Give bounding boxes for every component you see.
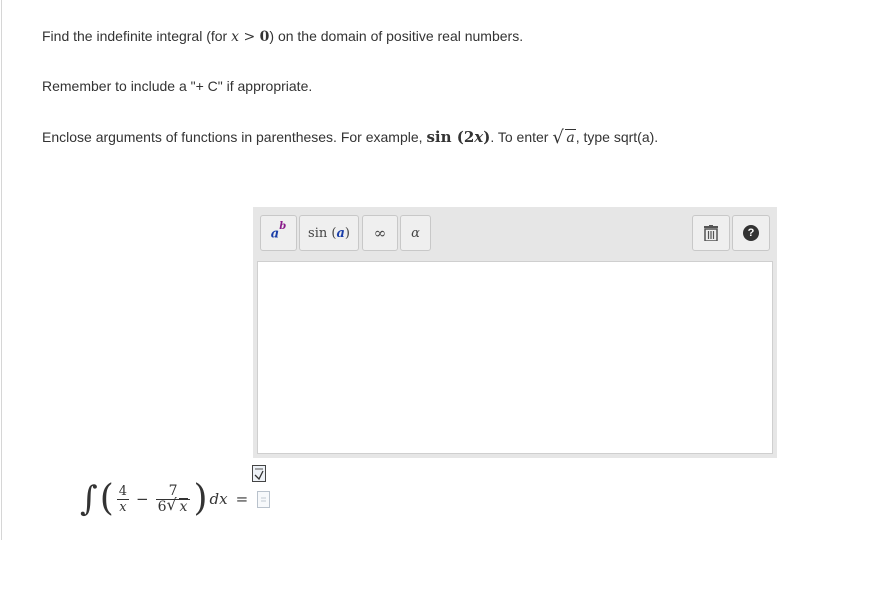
clear-button[interactable] [692, 215, 730, 251]
denominator-coefficient: 6 [157, 498, 167, 515]
math-variable: a [565, 129, 576, 146]
power-button[interactable]: ab [260, 215, 297, 251]
left-divider [1, 0, 2, 540]
integral-sign: ∫ [80, 479, 98, 519]
minus-sign: − [136, 490, 149, 508]
help-icon: ? [743, 225, 759, 241]
trash-icon [704, 225, 718, 241]
math-variable: x [231, 29, 240, 45]
fraction-denominator: x [119, 499, 127, 515]
instruction-domain: Find the indefinite integral (for x > 0)… [42, 28, 523, 45]
power-icon: ab [270, 221, 287, 242]
close-paren: ) [193, 478, 208, 519]
function-arg: a [336, 225, 345, 241]
math-variable: x [178, 497, 189, 515]
page-icon[interactable] [257, 491, 270, 508]
infinity-icon: ∞ [373, 224, 387, 242]
differential: dx [209, 490, 228, 508]
power-base: a [270, 226, 280, 242]
page-glyph [261, 497, 266, 502]
math-number: (2 [451, 128, 475, 146]
denominator-sqrt: √ x [166, 494, 189, 515]
power-exponent: b [279, 221, 287, 233]
fraction-numerator: 4 [118, 483, 128, 499]
instruction-text: . To enter [490, 129, 553, 145]
function-paren: ) [344, 225, 350, 241]
equals-sign: = [235, 490, 249, 508]
radical-icon: √ [166, 494, 177, 514]
integral-expression: ∫ ( 4 x − 7 6 √ x ) dx = [80, 474, 248, 524]
instruction-syntax: Enclose arguments of functions in parent… [42, 127, 659, 148]
help-glyph: ? [747, 227, 755, 239]
math-editor: ab sin (a) ∞ α ? [253, 207, 777, 458]
instruction-text: Enclose arguments of functions in parent… [42, 129, 427, 145]
math-variable: x [474, 128, 484, 146]
infinity-button[interactable]: ∞ [362, 215, 398, 251]
help-button[interactable]: ? [732, 215, 770, 251]
math-function: sin [426, 128, 452, 146]
instruction-text: , type sqrt(a). [575, 129, 659, 145]
function-label: sin [308, 225, 328, 241]
radical-icon: √ [552, 127, 564, 148]
math-number: 0 [259, 29, 270, 45]
function-button[interactable]: sin (a) [299, 215, 359, 251]
fraction-two: 7 6 √ x [155, 483, 191, 515]
document-icon[interactable] [252, 465, 266, 482]
alpha-icon: α [411, 225, 420, 241]
instruction-text: ) on the domain of positive real numbers… [269, 28, 524, 44]
open-paren: ( [99, 478, 114, 519]
greek-button[interactable]: α [400, 215, 431, 251]
math-operator: > [239, 29, 260, 45]
instruction-constant: Remember to include a "+ C" if appropria… [42, 78, 313, 94]
fraction-denominator: 6 √ x [156, 494, 191, 515]
instruction-text: Find the indefinite integral (for [42, 28, 232, 44]
fraction-one: 4 x [116, 483, 130, 515]
document-glyph [254, 468, 264, 481]
answer-input[interactable] [257, 261, 773, 454]
sqrt-example: √ a [552, 127, 576, 148]
